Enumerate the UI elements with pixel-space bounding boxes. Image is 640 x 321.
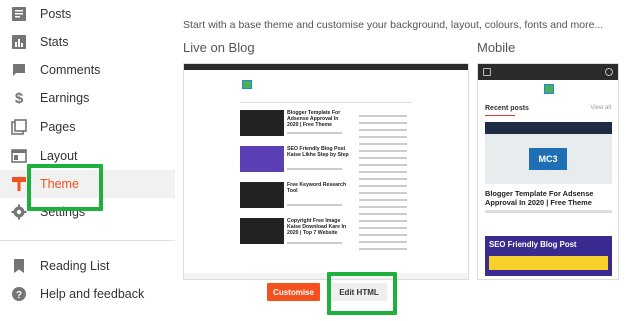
menu-icon	[483, 68, 491, 76]
preview-post-meta	[287, 204, 342, 206]
view-all-link: View all	[590, 105, 611, 111]
preview-sidebar	[359, 110, 407, 255]
layout-icon	[11, 148, 27, 164]
mobile-post-banner: SEO Friendly Blog Post	[485, 236, 612, 276]
sidebar-item-comments[interactable]: Comments	[0, 56, 175, 84]
live-blog-preview[interactable]: Blogger Template For Adsense Approval In…	[183, 63, 469, 280]
preview-post: Copyright Free Image Kaise Download Kare…	[240, 218, 350, 246]
preview-footer	[184, 273, 468, 279]
preview-logo	[242, 80, 252, 89]
preview-nav-bar	[184, 64, 468, 70]
preview-post-title: Copyright Free Image Kaise Download Kare…	[287, 218, 347, 236]
mobile-label: Mobile	[477, 40, 516, 55]
sidebar-item-label: Layout	[40, 149, 78, 163]
sidebar-item-label: Pages	[40, 120, 76, 134]
stats-icon	[11, 34, 27, 50]
customise-button[interactable]: Customise	[267, 283, 320, 301]
preview-post: Free Keyword Research Tool	[240, 182, 350, 210]
preview-post-title: Blogger Template For Adsense Approval In…	[287, 110, 341, 128]
mobile-post-image: MC3	[485, 122, 612, 184]
recent-posts-label: Recent posts	[485, 105, 529, 112]
sidebar-item-reading-list[interactable]: Reading List	[0, 252, 175, 280]
preview-divider	[240, 102, 412, 103]
sidebar-item-pages[interactable]: Pages	[0, 113, 175, 141]
sidebar-item-help[interactable]: ? Help and feedback	[0, 280, 175, 308]
preview-post-title: Free Keyword Research Tool	[287, 182, 347, 194]
sidebar-divider	[0, 240, 175, 241]
sidebar-item-stats[interactable]: Stats	[0, 28, 175, 56]
live-on-blog-label: Live on Blog	[183, 40, 255, 55]
preview-post-thumbnail	[240, 218, 284, 244]
svg-text:?: ?	[16, 290, 22, 301]
theme-highlight-box	[27, 164, 103, 211]
mobile-preview[interactable]: Recent posts View all MC3 Blogger Templa…	[477, 63, 619, 280]
preview-post-meta	[287, 168, 342, 170]
sidebar-item-label: Earnings	[40, 91, 90, 105]
preview-post-thumbnail	[240, 146, 284, 172]
recent-posts-underline	[485, 115, 515, 116]
dollar-icon: $	[14, 89, 24, 107]
sidebar-item-label: Comments	[40, 63, 101, 77]
posts-icon	[11, 6, 27, 22]
preview-post: Blogger Template For Adsense Approval In…	[240, 110, 350, 138]
comments-icon	[11, 62, 27, 78]
edit-html-highlight-box	[327, 272, 397, 315]
preview-post-thumbnail	[240, 110, 284, 136]
theme-icon	[11, 176, 27, 192]
preview-post-thumbnail	[240, 182, 284, 208]
preview-post-meta	[287, 132, 342, 134]
sidebar-item-label: Help and feedback	[40, 287, 145, 301]
bookmark-icon	[11, 258, 27, 274]
mobile-top-bar	[478, 64, 618, 80]
preview-post-title: SEO Friendly Blog Post Kaise Likhe Step …	[287, 146, 349, 158]
search-icon	[605, 68, 613, 76]
sidebar-item-label: Posts	[40, 7, 72, 21]
mobile-post-meta	[485, 210, 612, 213]
intro-text: Start with a base theme and customise yo…	[183, 19, 604, 31]
sidebar-item-label: Reading List	[40, 259, 110, 273]
sidebar-item-earnings[interactable]: $ Earnings	[0, 84, 175, 112]
preview-post-meta	[287, 242, 342, 244]
mobile-post-title: Blogger Template For Adsense Approval In…	[485, 189, 594, 207]
help-icon: ?	[11, 286, 27, 302]
mobile-banner-text: SEO Friendly Blog Post	[489, 240, 577, 249]
settings-icon	[11, 204, 27, 220]
pages-icon	[11, 119, 27, 135]
sidebar: Posts Stats Comments $ Earnings Pages La…	[0, 0, 175, 321]
preview-post: SEO Friendly Blog Post Kaise Likhe Step …	[240, 146, 350, 174]
mobile-logo	[544, 84, 554, 94]
mobile-image-label: MC3	[529, 148, 567, 170]
sidebar-item-posts[interactable]: Posts	[0, 0, 175, 28]
sidebar-item-label: Stats	[40, 35, 69, 49]
